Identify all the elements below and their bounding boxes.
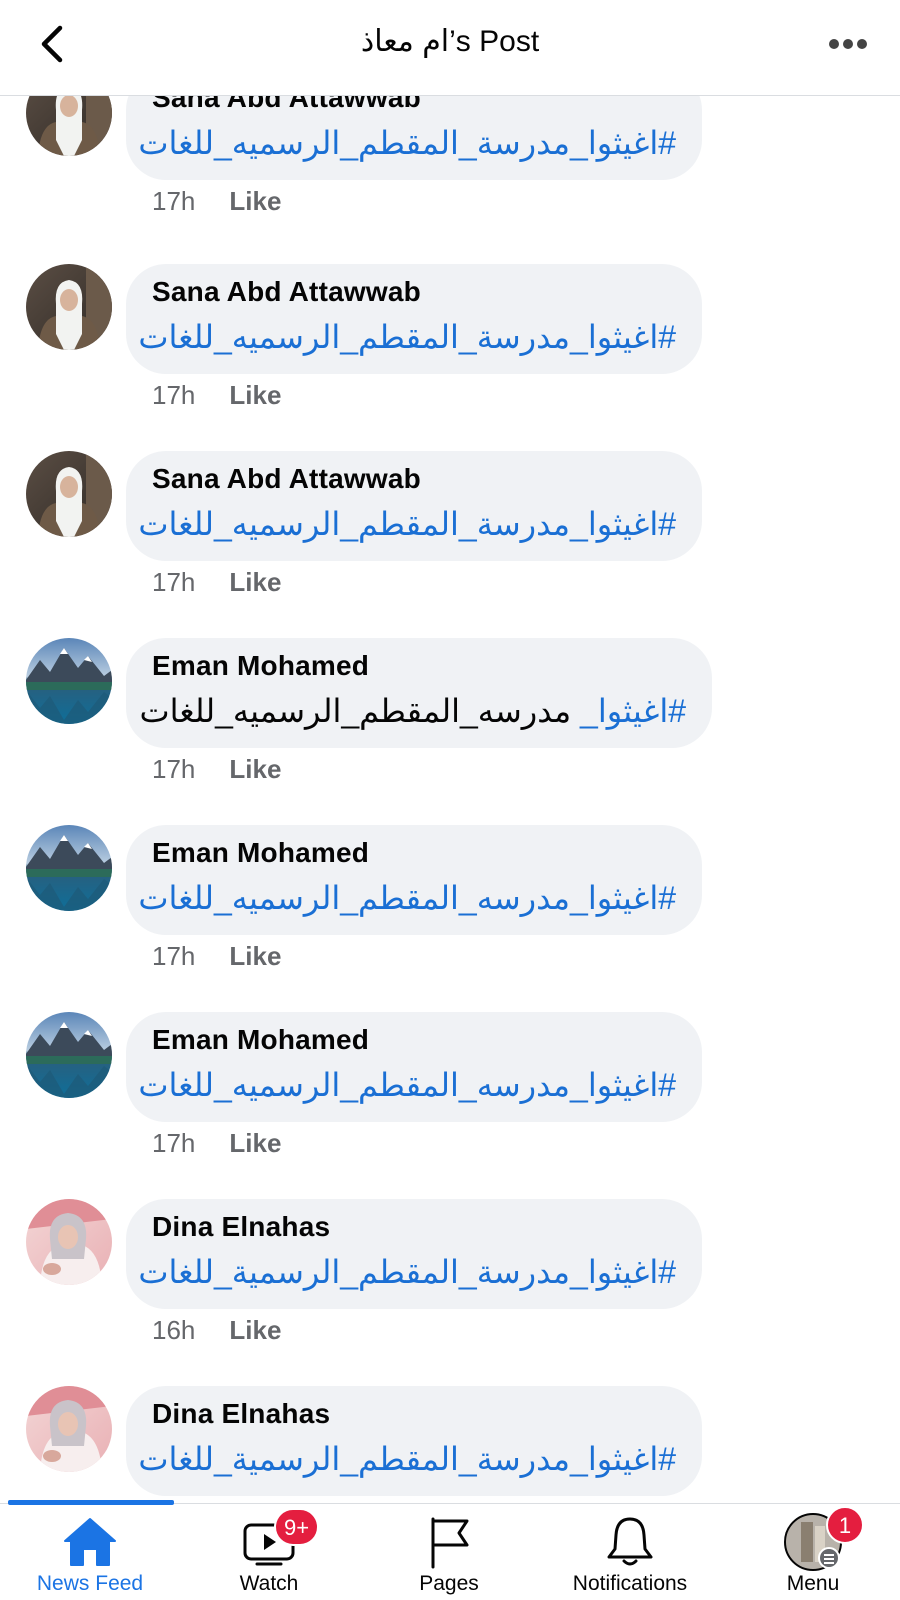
page-title: ام معاذ’s Post [360, 25, 540, 58]
commenter-name[interactable]: Eman Mohamed [152, 831, 676, 875]
avatar[interactable] [26, 825, 112, 911]
hashtag-link[interactable]: #اغيثوا_مدرسة_المقطم_الرسميه_للغات [138, 314, 676, 360]
commenter-name[interactable]: Dina Elnahas [152, 1205, 676, 1249]
tab-notifications[interactable]: Notifications [545, 1512, 715, 1600]
commenter-name[interactable]: Dina Elnahas [152, 1392, 676, 1436]
hashtag-link[interactable]: #اغيثوا_مدرسة_المقطم_الرسمية_للغات [138, 1249, 676, 1295]
comment-meta: 17h Like [152, 186, 281, 217]
top-bar: ام معاذ’s Post [0, 0, 900, 96]
comment-time: 17h [152, 567, 196, 597]
comment-bubble: Eman Mohamed #اغيثوا_ مدرسه_المقطم_الرسم… [126, 638, 712, 748]
comment-text: #اغيثوا_ مدرسه_المقطم_الرسميه_للغات [139, 688, 686, 734]
comment-bubble: Sana Abd Attawwab #اغيثوا_مدرسة_المقطم_ا… [126, 451, 702, 561]
avatar[interactable] [26, 638, 112, 724]
like-button[interactable]: Like [229, 186, 281, 216]
avatar[interactable] [26, 264, 112, 350]
commenter-name[interactable]: Eman Mohamed [152, 644, 686, 688]
avatar[interactable] [26, 1199, 112, 1285]
comment-bubble: Dina Elnahas #اغيثوا_مدرسة_المقطم_الرسمي… [126, 1199, 702, 1309]
comment-meta: 17h Like [152, 1128, 281, 1159]
flag-icon [431, 1517, 469, 1569]
commenter-name[interactable]: Sana Abd Attawwab [152, 457, 676, 501]
comments-list: Sana Abd Attawwab #اغيثوا_مدرسة_المقطم_ا… [0, 96, 900, 1503]
comment-meta: 17h Like [152, 754, 281, 785]
more-horizontal-icon [829, 39, 867, 49]
like-button[interactable]: Like [229, 941, 281, 971]
bottom-tab-bar: News Feed 9+ Watch Pages Notifications 1… [0, 1500, 900, 1600]
comment: Dina Elnahas #اغيثوا_مدرسة_المقطم_الرسمي… [0, 1386, 900, 1503]
tab-label: News Feed [36, 1572, 144, 1595]
tab-pages[interactable]: Pages [364, 1512, 534, 1600]
comment-bubble: Eman Mohamed #اغيثوا_مدرسه_المقطم_الرسمي… [126, 825, 702, 935]
avatar[interactable] [26, 96, 112, 156]
hashtag-link[interactable]: #اغيثوا_مدرسه_المقطم_الرسميه_للغات [138, 1062, 676, 1108]
comment-meta: 17h Like [152, 941, 281, 972]
hashtag-link[interactable]: #اغيثوا_مدرسة_المقطم_الرسميه_للغات [138, 120, 676, 166]
tab-watch[interactable]: 9+ Watch [184, 1508, 354, 1600]
comment: Eman Mohamed #اغيثوا_مدرسه_المقطم_الرسمي… [0, 825, 900, 1012]
comment-meta: 16h Like [152, 1315, 281, 1346]
commenter-name[interactable]: Sana Abd Attawwab [152, 96, 676, 120]
comment-time: 17h [152, 186, 196, 216]
watch-badge: 9+ [274, 1508, 320, 1546]
tab-label: Pages [419, 1572, 479, 1595]
tab-label: Watch [239, 1572, 299, 1595]
comment-bubble: Eman Mohamed #اغيثوا_مدرسه_المقطم_الرسمي… [126, 1012, 702, 1122]
hashtag-link[interactable]: #اغيثوا_مدرسه_المقطم_الرسميه_للغات [138, 875, 676, 921]
like-button[interactable]: Like [229, 754, 281, 784]
hashtag-link[interactable]: #اغيثوا_مدرسة_المقطم_الرسميه_للغات [138, 501, 676, 547]
comment-time: 17h [152, 941, 196, 971]
like-button[interactable]: Like [229, 567, 281, 597]
comment-plain-text: مدرسه_المقطم_الرسميه_للغات [139, 693, 572, 729]
comment: Sana Abd Attawwab #اغيثوا_مدرسة_المقطم_ا… [0, 451, 900, 638]
tab-label: Menu [786, 1572, 840, 1595]
tab-menu[interactable]: 1 Menu [728, 1506, 898, 1600]
comment: Dina Elnahas #اغيثوا_مدرسة_المقطم_الرسمي… [0, 1199, 900, 1386]
active-tab-indicator [8, 1500, 174, 1505]
like-button[interactable]: Like [229, 1315, 281, 1345]
avatar[interactable] [26, 1012, 112, 1098]
comment: Eman Mohamed #اغيثوا_مدرسه_المقطم_الرسمي… [0, 1012, 900, 1199]
comment-bubble: Sana Abd Attawwab #اغيثوا_مدرسة_المقطم_ا… [126, 264, 702, 374]
comment-time: 17h [152, 1128, 196, 1158]
comment-bubble: Dina Elnahas #اغيثوا_مدرسة_المقطم_الرسمي… [126, 1386, 702, 1496]
commenter-name[interactable]: Eman Mohamed [152, 1018, 676, 1062]
hashtag-link[interactable]: #اغيثوا_ [580, 693, 686, 729]
commenter-name[interactable]: Sana Abd Attawwab [152, 270, 676, 314]
tab-news-feed[interactable]: News Feed [5, 1512, 175, 1600]
comment: Sana Abd Attawwab #اغيثوا_مدرسة_المقطم_ا… [0, 264, 900, 451]
tab-label: Notifications [572, 1572, 688, 1595]
comment-meta: 17h Like [152, 380, 281, 411]
like-button[interactable]: Like [229, 380, 281, 410]
comment-time: 17h [152, 380, 196, 410]
more-options-button[interactable] [826, 26, 870, 62]
avatar[interactable] [26, 451, 112, 537]
comment-time: 17h [152, 754, 196, 784]
hashtag-link[interactable]: #اغيثوا_مدرسة_المقطم_الرسمية_للغات [138, 1436, 676, 1482]
home-icon [64, 1518, 116, 1566]
comment-meta: 17h Like [152, 567, 281, 598]
avatar[interactable] [26, 1386, 112, 1472]
comment: Eman Mohamed #اغيثوا_ مدرسه_المقطم_الرسم… [0, 638, 900, 825]
comment: Sana Abd Attawwab #اغيثوا_مدرسة_المقطم_ا… [0, 96, 900, 257]
comment-time: 16h [152, 1315, 196, 1345]
comment-bubble: Sana Abd Attawwab #اغيثوا_مدرسة_المقطم_ا… [126, 96, 702, 180]
menu-badge: 1 [826, 1506, 864, 1544]
bell-icon [607, 1517, 653, 1566]
like-button[interactable]: Like [229, 1128, 281, 1158]
